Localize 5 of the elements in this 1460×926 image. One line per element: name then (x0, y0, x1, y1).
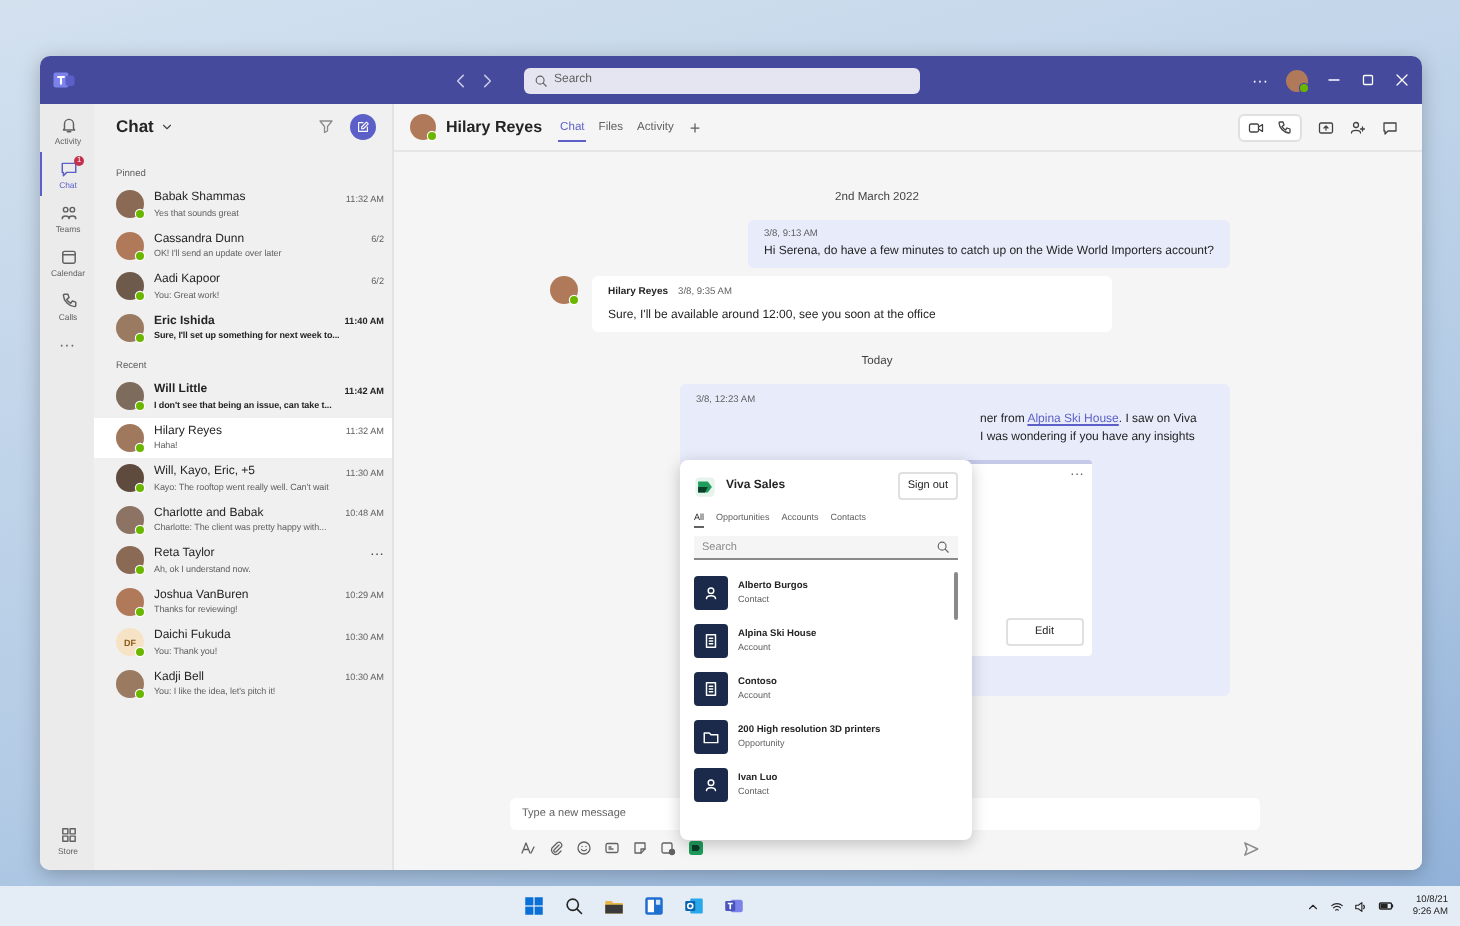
more-button[interactable]: ··· (1252, 71, 1268, 89)
chat-title: Hilary Reyes (446, 118, 543, 136)
more-button[interactable]: ··· (40, 336, 94, 354)
list-title: Chat (116, 116, 154, 136)
add-tab-button[interactable]: + (689, 117, 701, 137)
